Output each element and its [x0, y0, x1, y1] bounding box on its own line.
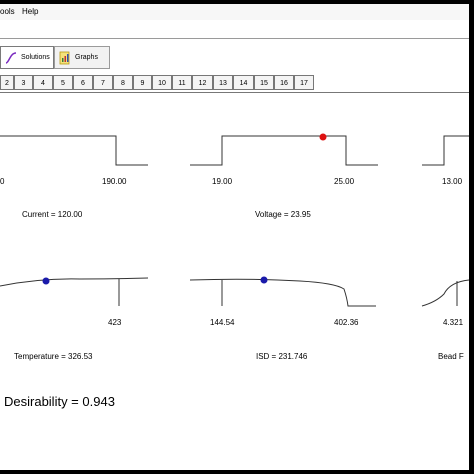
isd-left-tick: 144.54 [210, 318, 235, 327]
voltage-plot [190, 130, 380, 175]
graphs-chart-icon [59, 51, 71, 65]
current-right-tick: 190.00 [102, 177, 127, 186]
tab-2[interactable]: 2 [0, 75, 14, 90]
toolbar: Solutions Graphs [0, 42, 469, 72]
isd-plot [189, 272, 380, 317]
tab-5[interactable]: 5 [53, 75, 73, 90]
temperature-factor-label: Temperature = 326.53 [14, 352, 93, 361]
tab-16[interactable]: 16 [274, 75, 294, 90]
isd-factor-label: ISD = 231.746 [256, 352, 308, 361]
tab-8[interactable]: 8 [113, 75, 133, 90]
temperature-right-tick: 423 [108, 318, 122, 327]
desirability-value: Desirability = 0.943 [4, 394, 115, 409]
voltage-left-tick: 19.00 [212, 177, 233, 186]
graphs-button[interactable]: Graphs [54, 46, 110, 69]
current-left-tick: 0 [0, 177, 5, 186]
current-plot [0, 130, 150, 175]
tab-4[interactable]: 4 [33, 75, 53, 90]
third-top-plot [422, 130, 470, 175]
bead-plot [421, 272, 470, 317]
window-right-edge [469, 0, 474, 474]
solutions-curve-icon [5, 51, 17, 65]
temperature-plot [0, 272, 150, 317]
solutions-button[interactable]: Solutions [0, 46, 54, 69]
tab-10[interactable]: 10 [152, 75, 172, 90]
window-bottom-edge [0, 470, 474, 474]
graphs-label: Graphs [75, 54, 98, 61]
tab-6[interactable]: 6 [73, 75, 93, 90]
factor-tabs: 2 3 4 5 6 7 8 9 10 11 12 13 14 15 16 17 [0, 75, 469, 92]
isd-marker[interactable] [260, 276, 268, 284]
solutions-label: Solutions [21, 54, 50, 61]
tab-12[interactable]: 12 [192, 75, 213, 90]
menu-help[interactable]: Help [22, 7, 38, 16]
voltage-marker[interactable] [319, 133, 327, 141]
voltage-factor-label: Voltage = 23.95 [255, 210, 311, 219]
temperature-marker[interactable] [42, 277, 50, 285]
tab-9[interactable]: 9 [133, 75, 152, 90]
bead-factor-label: Bead F [438, 352, 464, 361]
tab-3[interactable]: 3 [14, 75, 33, 90]
bead-left-tick: 4.321 [443, 318, 464, 327]
current-factor-label: Current = 120.00 [22, 210, 83, 219]
tab-17[interactable]: 17 [294, 75, 314, 90]
tabs-baseline [0, 92, 469, 93]
tab-14[interactable]: 14 [233, 75, 254, 90]
menu-separator [0, 38, 469, 39]
menu-tools[interactable]: ools [0, 7, 15, 16]
third-top-left-tick: 13.00 [442, 177, 463, 186]
isd-right-tick: 402.36 [334, 318, 359, 327]
menu-bar: ools Help [0, 4, 469, 20]
tab-11[interactable]: 11 [172, 75, 192, 90]
voltage-right-tick: 25.00 [334, 177, 355, 186]
tab-15[interactable]: 15 [254, 75, 274, 90]
tab-7[interactable]: 7 [93, 75, 113, 90]
tab-13[interactable]: 13 [213, 75, 233, 90]
